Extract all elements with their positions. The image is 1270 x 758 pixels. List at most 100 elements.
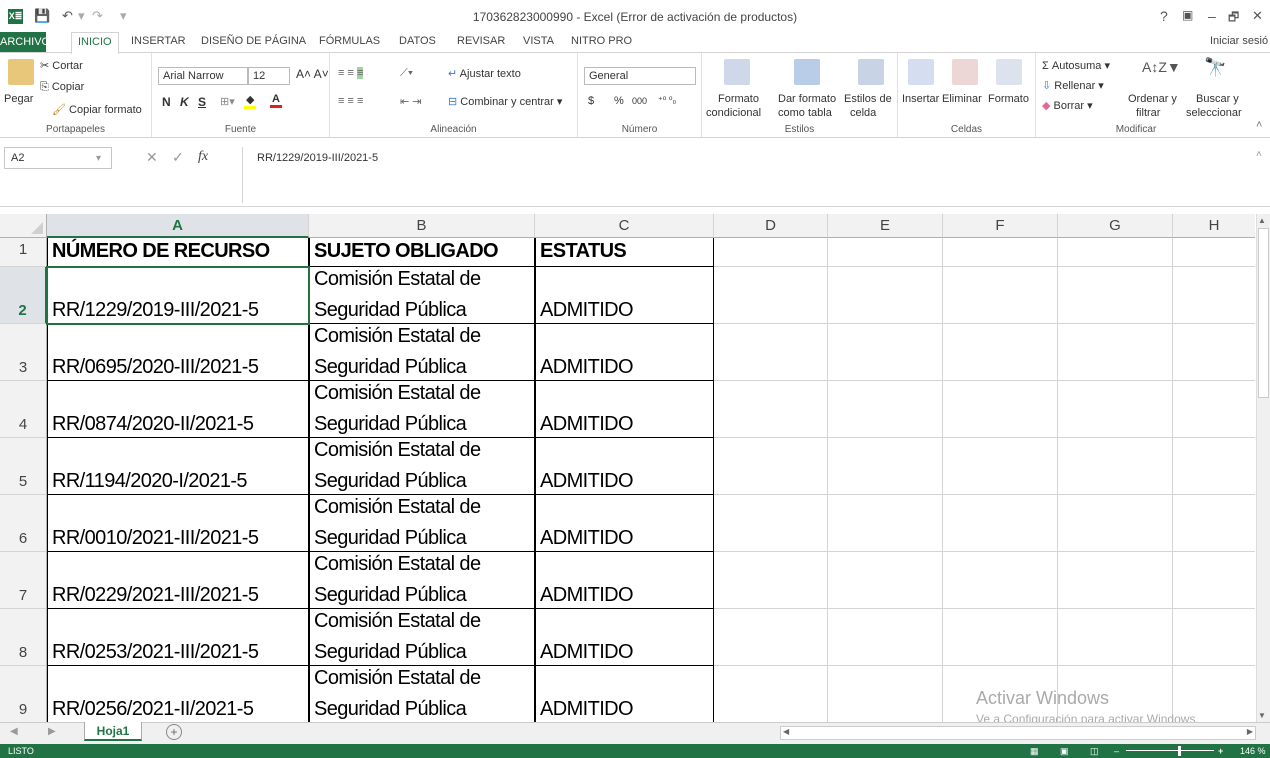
cell-c2[interactable]: ADMITIDO bbox=[535, 267, 714, 324]
grow-font-icon[interactable]: A˄ A˅ bbox=[296, 67, 329, 81]
cut-button[interactable]: ✂ Cortar bbox=[40, 59, 83, 72]
cell-c3[interactable]: ADMITIDO bbox=[535, 324, 714, 381]
format-table-label2[interactable]: como tabla bbox=[778, 107, 832, 119]
column-header-g[interactable]: G bbox=[1058, 214, 1173, 238]
cell-c9[interactable]: ADMITIDO bbox=[535, 666, 714, 722]
cell-c6[interactable]: ADMITIDO bbox=[535, 495, 714, 552]
find-select-label1[interactable]: Buscar y bbox=[1196, 93, 1239, 105]
empty-cell[interactable] bbox=[943, 267, 1058, 324]
cancel-icon[interactable]: ✕ bbox=[146, 149, 158, 166]
cell-a9[interactable]: RR/0256/2021-II/2021-5 bbox=[47, 666, 309, 722]
empty-cell[interactable] bbox=[714, 666, 828, 722]
tab-nitro-pro[interactable]: NITRO PRO bbox=[571, 35, 632, 47]
row-header-2[interactable]: 2 bbox=[0, 267, 47, 324]
find-select-label2[interactable]: seleccionar bbox=[1186, 107, 1242, 119]
cell-b6[interactable]: Comisión Estatal de Seguridad Pública bbox=[309, 495, 535, 552]
empty-cell[interactable] bbox=[828, 267, 943, 324]
conditional-format-icon[interactable] bbox=[724, 59, 750, 85]
autosum-button[interactable]: Σ Autosuma ▾ bbox=[1042, 59, 1110, 72]
underline-button[interactable]: S bbox=[198, 95, 206, 109]
zoom-in-button[interactable]: + bbox=[1218, 744, 1223, 758]
scroll-up-icon[interactable]: ▲ bbox=[1258, 216, 1266, 225]
align-left-icon[interactable]: ≡ ≡ ≡ bbox=[338, 95, 363, 107]
cell-styles-label1[interactable]: Estilos de bbox=[844, 93, 892, 105]
font-name-select[interactable]: Arial Narrow bbox=[158, 67, 248, 85]
cell-c4[interactable]: ADMITIDO bbox=[535, 381, 714, 438]
percent-button[interactable]: % bbox=[614, 95, 624, 107]
empty-cell[interactable] bbox=[1173, 381, 1255, 438]
empty-cell[interactable] bbox=[943, 324, 1058, 381]
cell-c7[interactable]: ADMITIDO bbox=[535, 552, 714, 609]
column-header-f[interactable]: F bbox=[943, 214, 1058, 238]
scroll-right-icon[interactable]: ▶ bbox=[1247, 727, 1253, 736]
orientation-icon[interactable]: ⟋▾ bbox=[400, 67, 413, 80]
cell-c5[interactable]: ADMITIDO bbox=[535, 438, 714, 495]
cell-a7[interactable]: RR/0229/2021-III/2021-5 bbox=[47, 552, 309, 609]
empty-cell[interactable] bbox=[714, 552, 828, 609]
empty-cell[interactable] bbox=[714, 267, 828, 324]
empty-cell[interactable] bbox=[1058, 267, 1173, 324]
column-header-c[interactable]: C bbox=[535, 214, 714, 238]
empty-cell[interactable] bbox=[943, 381, 1058, 438]
row-header-6[interactable]: 6 bbox=[0, 495, 47, 552]
delete-cells-button[interactable]: Eliminar bbox=[942, 93, 982, 105]
sort-filter-icon[interactable]: A↕Z▼ bbox=[1142, 59, 1181, 75]
enter-icon[interactable]: ✓ bbox=[172, 149, 184, 166]
cell-a8[interactable]: RR/0253/2021-III/2021-5 bbox=[47, 609, 309, 666]
indent-icon[interactable]: ⇤ ⇥ bbox=[400, 95, 422, 108]
column-header-h[interactable]: H bbox=[1173, 214, 1255, 238]
empty-cell[interactable] bbox=[1173, 324, 1255, 381]
restore-button[interactable]: 🗗 bbox=[1228, 8, 1239, 29]
fill-button[interactable]: ⇩ Rellenar ▾ bbox=[1042, 79, 1104, 92]
column-header-b[interactable]: B bbox=[309, 214, 535, 238]
row-header-4[interactable]: 4 bbox=[0, 381, 47, 438]
column-header-e[interactable]: E bbox=[828, 214, 943, 238]
wrap-text-button[interactable]: ↵ Ajustar texto bbox=[448, 67, 521, 80]
row-header-9[interactable]: 9 bbox=[0, 666, 47, 722]
horizontal-scrollbar[interactable]: ◀ ▶ bbox=[780, 726, 1256, 740]
fill-color-icon[interactable]: ◆ bbox=[244, 93, 257, 109]
header-cell-c[interactable]: ESTATUS bbox=[535, 238, 714, 267]
expand-formula-bar-icon[interactable]: ˄ bbox=[1256, 149, 1262, 160]
clear-button[interactable]: ◆ Borrar ▾ bbox=[1042, 99, 1093, 112]
zoom-slider[interactable] bbox=[1126, 750, 1214, 751]
empty-cell[interactable] bbox=[1173, 609, 1255, 666]
zoom-out-button[interactable]: – bbox=[1114, 744, 1119, 758]
empty-cell[interactable] bbox=[1058, 438, 1173, 495]
borders-icon[interactable]: ⊞▾ bbox=[220, 95, 235, 108]
header-cell-b[interactable]: SUJETO OBLIGADO bbox=[309, 238, 535, 267]
page-layout-view-icon[interactable]: ▣ bbox=[1060, 744, 1069, 758]
tab-home[interactable]: INICIO bbox=[71, 32, 119, 54]
formula-input[interactable]: RR/1229/2019-III/2021-5 bbox=[242, 147, 1252, 203]
copy-button[interactable]: ⎘ Copiar bbox=[40, 81, 84, 94]
column-header-d[interactable]: D bbox=[714, 214, 828, 238]
tab-insert[interactable]: INSERTAR bbox=[131, 35, 186, 47]
cell-b5[interactable]: Comisión Estatal de Seguridad Pública bbox=[309, 438, 535, 495]
font-size-select[interactable]: 12 bbox=[248, 67, 290, 85]
format-table-label1[interactable]: Dar formato bbox=[778, 93, 836, 105]
empty-cell[interactable] bbox=[1058, 552, 1173, 609]
cell-a2[interactable]: RR/1229/2019-III/2021-5 bbox=[47, 267, 309, 324]
conditional-format-label1[interactable]: Formato bbox=[718, 93, 759, 105]
empty-cell[interactable] bbox=[1058, 238, 1173, 267]
tab-data[interactable]: DATOS bbox=[399, 35, 436, 47]
insert-cells-button[interactable]: Insertar bbox=[902, 93, 939, 105]
empty-cell[interactable] bbox=[828, 381, 943, 438]
paste-button[interactable]: Pegar bbox=[4, 93, 33, 105]
conditional-format-label2[interactable]: condicional bbox=[706, 107, 761, 119]
tab-page-layout[interactable]: DISEÑO DE PÁGINA bbox=[201, 35, 306, 47]
vertical-scrollbar[interactable]: ▲ ▼ bbox=[1256, 214, 1270, 722]
format-cells-button[interactable]: Formato bbox=[988, 93, 1029, 105]
empty-cell[interactable] bbox=[943, 495, 1058, 552]
format-cells-icon[interactable] bbox=[996, 59, 1022, 85]
cell-c8[interactable]: ADMITIDO bbox=[535, 609, 714, 666]
empty-cell[interactable] bbox=[1058, 381, 1173, 438]
minimize-button[interactable]: – bbox=[1208, 8, 1216, 24]
row-header-1[interactable]: 1 bbox=[0, 238, 47, 267]
tab-file[interactable]: ARCHIVO bbox=[0, 32, 50, 52]
sign-in-link[interactable]: Iniciar sesió bbox=[1210, 35, 1268, 47]
empty-cell[interactable] bbox=[714, 381, 828, 438]
cell-b9[interactable]: Comisión Estatal de Seguridad Pública bbox=[309, 666, 535, 722]
sort-filter-label2[interactable]: filtrar bbox=[1136, 107, 1160, 119]
empty-cell[interactable] bbox=[828, 438, 943, 495]
